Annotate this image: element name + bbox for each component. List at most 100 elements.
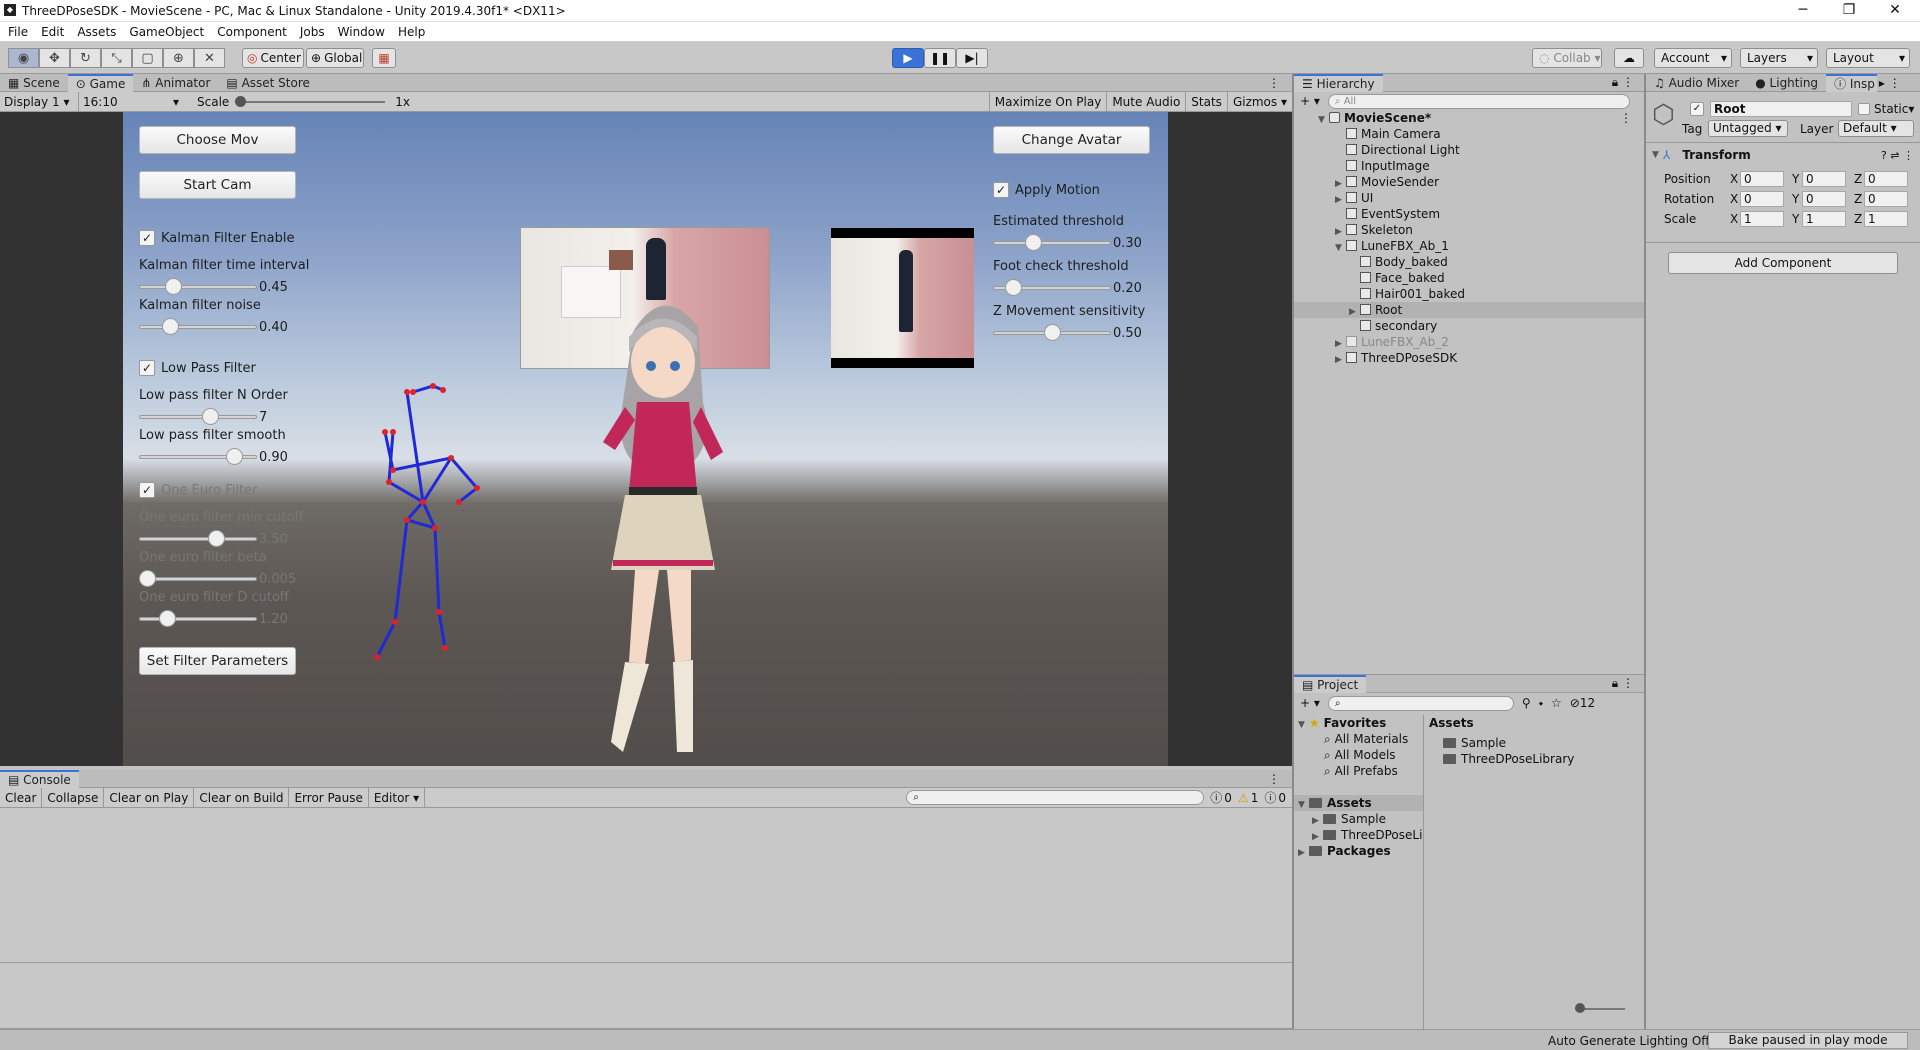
change-avatar-button[interactable]: Change Avatar xyxy=(993,126,1150,154)
asset-threedposelibrary-folder[interactable]: ThreeDPoseLibrary xyxy=(1425,751,1644,767)
favorite-star-icon[interactable]: ☆ xyxy=(1551,696,1562,710)
create-add-icon[interactable]: + ▾ xyxy=(1300,696,1320,710)
hierarchy-item-lunefbx-ab-2[interactable]: ▶ LuneFBX_Ab_2 xyxy=(1326,334,1644,350)
mute-audio-toggle[interactable]: Mute Audio xyxy=(1106,91,1185,112)
tab-console[interactable]: ▤ Console xyxy=(0,769,79,788)
maximize-button[interactable]: ❐ xyxy=(1826,0,1872,22)
auto-lighting-status[interactable]: Auto Generate Lighting Off xyxy=(1548,1034,1710,1048)
help-icon[interactable]: ? ⇌ ⋮ xyxy=(1881,149,1914,162)
lock-icon[interactable]: 🔒︎ ⋮ xyxy=(1612,75,1634,90)
rotation-y-field[interactable]: 0 xyxy=(1802,190,1846,207)
checkbox-icon[interactable]: ✓ xyxy=(139,360,155,376)
close-button[interactable]: ✕ xyxy=(1872,0,1918,22)
tab-audio-mixer[interactable]: ♫ Audio Mixer xyxy=(1646,74,1747,92)
tree-threedposelibrary-folder[interactable]: ▶ ThreeDPoseLil xyxy=(1294,827,1423,843)
console-search-input[interactable]: ⌕ xyxy=(906,790,1205,805)
menu-window[interactable]: Window xyxy=(338,22,385,42)
lock-icon[interactable]: 🔒︎ ⋮ xyxy=(1612,676,1634,691)
menu-edit[interactable]: Edit xyxy=(41,22,64,42)
assets-folder[interactable]: ▼ Assets xyxy=(1294,795,1423,811)
aspect-dropdown[interactable]: 16:10 ▾ xyxy=(78,91,183,112)
favorites-folder[interactable]: ▼ ★ Favorites xyxy=(1294,715,1423,731)
foot-check-threshold-slider[interactable]: 0.20 xyxy=(993,279,1142,296)
tab-asset-store[interactable]: ▤ Asset Store xyxy=(218,74,318,92)
set-filter-parameters-button[interactable]: Set Filter Parameters xyxy=(139,647,296,675)
position-x-field[interactable]: 0 xyxy=(1740,170,1784,187)
icon-size-knob[interactable] xyxy=(1575,1003,1585,1013)
favorite-all-models[interactable]: ⌕ All Models xyxy=(1294,747,1423,763)
gizmos-dropdown[interactable]: Gizmos ▾ xyxy=(1226,91,1292,112)
hierarchy-item-hair-baked[interactable]: Hair001_baked xyxy=(1326,286,1644,302)
start-cam-button[interactable]: Start Cam xyxy=(139,171,296,199)
tab-animator[interactable]: ⋔ Animator xyxy=(133,74,218,92)
menu-help[interactable]: Help xyxy=(398,22,425,42)
hierarchy-item-skeleton[interactable]: ▶ Skeleton xyxy=(1326,222,1644,238)
oe-beta-slider[interactable]: 0.005 xyxy=(139,570,296,587)
stats-toggle[interactable]: Stats xyxy=(1185,91,1227,112)
hierarchy-item-main-camera[interactable]: Main Camera xyxy=(1326,126,1644,142)
rotation-x-field[interactable]: 0 xyxy=(1740,190,1784,207)
rect-tool-icon[interactable]: ▢ xyxy=(132,48,163,68)
rotation-z-field[interactable]: 0 xyxy=(1864,190,1908,207)
move-tool-icon[interactable]: ✥ xyxy=(39,48,70,68)
hidden-eye-icon[interactable]: ⊘ xyxy=(1570,696,1580,710)
filter-type-icon[interactable]: ⚲ xyxy=(1522,696,1531,710)
global-space-button[interactable]: ⊕ Global xyxy=(306,48,364,68)
position-y-field[interactable]: 0 xyxy=(1802,170,1846,187)
hierarchy-item-ui[interactable]: ▶ UI xyxy=(1326,190,1644,206)
scale-slider[interactable] xyxy=(235,92,386,112)
hierarchy-item-eventsystem[interactable]: EventSystem xyxy=(1326,206,1644,222)
panel-menu-icon[interactable]: ⋮ xyxy=(1268,76,1280,90)
display-dropdown[interactable]: Display 1 ▾ xyxy=(0,92,78,112)
layer-dropdown[interactable]: Default ▾ xyxy=(1838,120,1914,137)
rotate-tool-icon[interactable]: ↻ xyxy=(70,48,101,68)
favorite-all-prefabs[interactable]: ⌕ All Prefabs xyxy=(1294,763,1423,779)
menu-file[interactable]: File xyxy=(8,22,28,42)
oe-min-slider[interactable]: 3.50 xyxy=(139,530,288,547)
error-pause-toggle[interactable]: Error Pause xyxy=(289,787,369,808)
kalman-interval-slider[interactable]: 0.45 xyxy=(139,278,288,295)
kalman-enable-toggle[interactable]: ✓ Kalman Filter Enable xyxy=(139,230,295,246)
console-log-area[interactable] xyxy=(0,808,1292,1029)
tree-sample-folder[interactable]: ▶ Sample xyxy=(1294,811,1423,827)
layers-dropdown[interactable]: Layers ▾ xyxy=(1740,48,1818,68)
favorite-all-materials[interactable]: ⌕ All Materials xyxy=(1294,731,1423,747)
asset-sample-folder[interactable]: Sample xyxy=(1425,735,1644,751)
add-component-button[interactable]: Add Component xyxy=(1668,252,1898,274)
pivot-center-button[interactable]: ◎ Center xyxy=(242,48,304,68)
menu-gameobject[interactable]: GameObject xyxy=(129,22,204,42)
position-z-field[interactable]: 0 xyxy=(1864,170,1908,187)
one-euro-toggle[interactable]: ✓ One Euro Filter xyxy=(139,482,257,498)
filter-label-icon[interactable]: ⬩ xyxy=(1539,696,1543,711)
pause-button[interactable]: ❚❚ xyxy=(924,48,956,68)
error-icon[interactable]: ⓘ xyxy=(1210,789,1222,806)
hierarchy-item-directional-light[interactable]: Directional Light xyxy=(1326,142,1644,158)
warning-icon[interactable]: ⚠ xyxy=(1238,791,1249,805)
checkbox-icon[interactable]: ✓ xyxy=(139,482,155,498)
tag-dropdown[interactable]: Untagged ▾ xyxy=(1708,120,1788,137)
low-pass-toggle[interactable]: ✓ Low Pass Filter xyxy=(139,360,256,376)
hierarchy-scene[interactable]: ▼ MovieScene* ⋮ xyxy=(1318,110,1644,126)
hierarchy-item-root[interactable]: ▶ Root xyxy=(1294,302,1644,318)
static-toggle[interactable]: Static ▾ xyxy=(1858,102,1914,116)
account-dropdown[interactable]: Account ▾ xyxy=(1654,48,1732,68)
layout-dropdown[interactable]: Layout ▾ xyxy=(1826,48,1910,68)
hierarchy-item-body-baked[interactable]: Body_baked xyxy=(1326,254,1644,270)
hierarchy-item-inputimage[interactable]: InputImage xyxy=(1326,158,1644,174)
editor-dropdown[interactable]: Editor ▾ xyxy=(369,787,426,808)
scale-x-field[interactable]: 1 xyxy=(1740,210,1784,227)
hierarchy-item-face-baked[interactable]: Face_baked xyxy=(1326,270,1644,286)
scale-tool-icon[interactable]: ⤡ xyxy=(101,48,132,68)
object-name-field[interactable]: Root xyxy=(1710,101,1852,117)
apply-motion-toggle[interactable]: ✓ Apply Motion xyxy=(993,182,1100,198)
panel-menu-icon[interactable]: ⋮ xyxy=(1268,772,1280,786)
menu-jobs[interactable]: Jobs xyxy=(300,22,325,42)
view-tool-icon[interactable]: ◉ xyxy=(8,48,39,68)
tab-lighting[interactable]: ● Lighting xyxy=(1747,74,1826,92)
lp-smooth-slider[interactable]: 0.90 xyxy=(139,448,288,465)
collab-button[interactable]: ◌ Collab ▾ xyxy=(1532,48,1602,68)
checkbox-icon[interactable]: ✓ xyxy=(993,182,1009,198)
transform-tool-icon[interactable]: ⊕ xyxy=(163,48,194,68)
clear-on-play-toggle[interactable]: Clear on Play xyxy=(104,787,195,808)
console-collapse-button[interactable]: Collapse xyxy=(42,787,105,808)
